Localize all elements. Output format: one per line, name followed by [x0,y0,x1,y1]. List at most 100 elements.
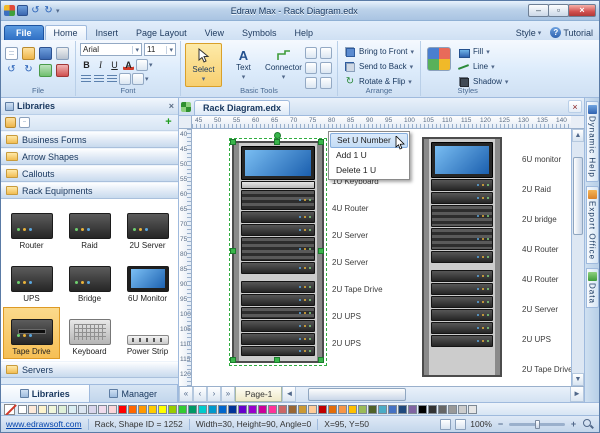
align-left-icon[interactable] [80,73,92,85]
rack-shape-left[interactable] [232,141,324,363]
open-icon[interactable] [22,47,35,60]
zoom-in-icon[interactable]: + [569,419,578,429]
color-swatch[interactable] [18,405,27,414]
undo-icon[interactable] [5,64,18,77]
ribbon-tab-home[interactable]: Home [45,25,87,40]
rack-unit[interactable] [431,270,493,282]
rack-unit[interactable] [241,281,315,293]
rack-unit[interactable] [241,190,315,210]
magnifier-icon[interactable] [582,418,594,430]
open-library-icon[interactable] [5,117,16,128]
bullet-list-icon[interactable] [119,73,131,85]
color-swatch[interactable] [48,405,57,414]
next-page-icon[interactable]: › [207,387,221,402]
export-icon[interactable] [39,64,52,77]
color-swatch[interactable] [328,405,337,414]
new-icon[interactable] [5,47,18,60]
color-swatch[interactable] [308,405,317,414]
selection-handle[interactable] [230,139,236,145]
color-swatch[interactable] [158,405,167,414]
color-swatch[interactable] [138,405,147,414]
file-menu-button[interactable]: File [4,25,44,40]
style-button[interactable]: Style ▾ [516,28,542,38]
save-icon[interactable] [17,5,28,16]
theme-icon[interactable] [427,47,451,71]
edraw-logo-icon[interactable] [4,5,15,16]
library-section-arrow-shapes[interactable]: Arrow Shapes [1,148,178,165]
rack-unit[interactable] [431,179,493,191]
rack-unit-monitor[interactable] [241,146,315,180]
vertical-scroll-thumb[interactable] [573,157,583,235]
color-swatch[interactable] [438,405,447,414]
rack-unit[interactable] [241,307,315,319]
bold-button[interactable]: B [80,58,93,71]
font-family-select[interactable]: Arial ▾ [80,43,142,56]
horizontal-scrollbar[interactable]: ◄ ► [282,387,584,402]
add-library-icon[interactable] [163,117,174,128]
library-item-raid[interactable]: Raid [61,201,118,253]
library-item-power-strip[interactable]: Power Strip [119,307,176,359]
color-swatch[interactable] [148,405,157,414]
color-swatch[interactable] [378,405,387,414]
zoom-slider-thumb[interactable] [535,420,540,429]
context-menu-item-add-1-u[interactable]: Add 1 U [330,148,408,163]
scroll-left-icon[interactable]: ◄ [282,387,296,402]
selection-handle[interactable] [274,139,280,145]
color-swatch[interactable] [168,405,177,414]
eraser-tool-icon[interactable] [320,62,332,74]
color-swatch[interactable] [388,405,397,414]
page-tab[interactable]: Page-1 [235,387,282,402]
rotation-handle[interactable] [274,132,281,139]
color-swatch[interactable] [248,405,257,414]
color-swatch[interactable] [68,405,77,414]
italic-button[interactable]: I [94,58,107,71]
last-page-icon[interactable]: » [221,387,235,402]
scroll-down-icon[interactable]: ▼ [572,373,584,386]
new-library-icon[interactable] [19,117,30,128]
library-section-rack-equipments[interactable]: Rack Equipments [1,182,178,199]
edrawsoft-link[interactable]: www.edrawsoft.com [6,419,82,429]
color-swatch[interactable] [28,405,37,414]
color-swatch[interactable] [268,405,277,414]
horizontal-scroll-track[interactable] [297,388,569,401]
highlight-color-icon[interactable] [136,59,148,71]
rack-unit[interactable] [431,283,493,295]
library-item-tape-drive[interactable]: Tape Drive [3,307,60,359]
side-tab-data[interactable]: Data [586,268,599,308]
context-menu-item-delete-1-u[interactable]: Delete 1 U [330,163,408,178]
selection-handle[interactable] [318,357,324,363]
color-swatch[interactable] [218,405,227,414]
pencil-tool-icon[interactable] [305,47,317,59]
ribbon-tab-view[interactable]: View [196,25,233,40]
color-swatch[interactable] [398,405,407,414]
library-item-2u-server[interactable]: 2U Server [119,201,176,253]
rack-unit-monitor[interactable] [431,142,493,178]
color-swatch[interactable] [118,405,127,414]
align-center-icon[interactable] [93,73,105,85]
color-swatch[interactable] [358,405,367,414]
scroll-right-icon[interactable]: ► [570,387,584,402]
select-tool-button[interactable]: Select ▾ [185,43,222,87]
redo-icon[interactable] [22,64,35,77]
rack-unit[interactable] [431,296,493,308]
rack-unit[interactable] [241,320,315,332]
color-swatch[interactable] [448,405,457,414]
library-item-6u-monitor[interactable]: 6U Monitor [119,254,176,306]
rack-unit[interactable] [241,294,315,306]
panel-close-icon[interactable]: × [169,101,174,111]
library-item-bridge[interactable]: Bridge [61,254,118,306]
rack-unit[interactable] [241,262,315,274]
color-swatch[interactable] [38,405,47,414]
zoom-slider[interactable] [509,423,565,426]
color-swatch[interactable] [288,405,297,414]
panel-tab-manager[interactable]: Manager [90,385,179,402]
align-right-icon[interactable] [106,73,118,85]
underline-button[interactable]: U [108,58,121,71]
rack-unit[interactable] [241,333,315,345]
color-swatch[interactable] [238,405,247,414]
color-swatch[interactable] [468,405,477,414]
ribbon-tab-insert[interactable]: Insert [87,25,128,40]
drawing-canvas[interactable]: Set U NumberAdd 1 UDelete 1 U 1U Keyboar… [192,129,571,386]
print-icon[interactable] [56,47,69,60]
library-item-ups[interactable]: UPS [3,254,60,306]
